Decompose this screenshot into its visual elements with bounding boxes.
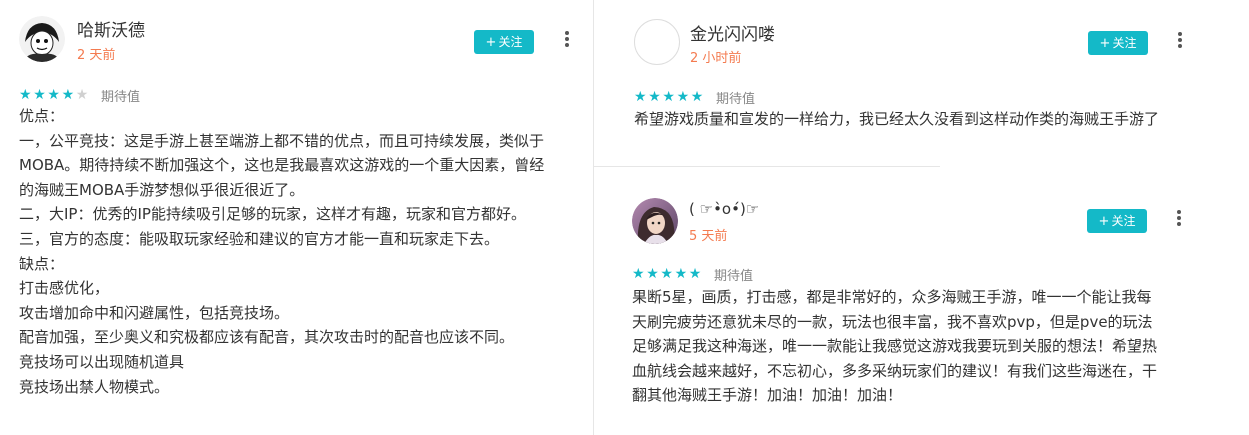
star-icon: ★ — [676, 89, 690, 105]
plus-icon: + — [1099, 36, 1111, 51]
rating-label: 期待值 — [100, 89, 140, 105]
star-icon: ★ — [646, 266, 659, 282]
review-line: 攻击增加命中和闪避属性，包括竞技场。 — [19, 303, 290, 322]
star-rating: ★ ★ ★ ★ ★ 期待值 — [632, 266, 753, 284]
review-line: 竞技场可以出现随机道具 — [19, 352, 185, 371]
review-line: 天刷完疲劳还意犹未尽的一款，玩法也很丰富，我不喜欢pvp，但是pve的玩法 — [632, 312, 1153, 331]
review-text: 优点： 一，公平竞技：这是手游上甚至端游上都不错的优点，而且可持续发展，类似于 … — [19, 104, 544, 399]
star-icon: ★ — [61, 87, 75, 103]
star-rating: ★ ★ ★ ★ ★ 期待值 — [19, 87, 140, 105]
post-time: 2 小时前 — [690, 51, 742, 66]
review-line: 配音加强，至少奥义和究极都应该有配音，其次攻击时的配音也应该不同。 — [19, 328, 515, 347]
star-icon: ★ — [674, 266, 688, 282]
rating-label: 期待值 — [715, 91, 755, 107]
plus-icon: + — [485, 35, 497, 50]
review-line: 的海贼王MOBA手游梦想似乎很近很近了。 — [19, 180, 305, 199]
review-line: 三，官方的态度：能吸取玩家经验和建议的官方才能一直和玩家走下去。 — [19, 229, 500, 248]
user-avatar[interactable] — [634, 19, 680, 65]
review-line: 一，公平竞技：这是手游上甚至端游上都不错的优点，而且可持续发展，类似于 — [19, 131, 545, 150]
star-icon: ★ — [662, 89, 675, 105]
review-line: 打击感优化， — [19, 279, 110, 298]
follow-label: 关注 — [1111, 214, 1136, 228]
user-avatar[interactable] — [632, 198, 678, 244]
star-rating: ★ ★ ★ ★ ★ 期待值 — [634, 89, 755, 107]
review-card: 金光闪闪喽 2 小时前 + 关注 ★ ★ ★ ★ ★ 期待值 希望游戏质量和宣发的一样给力… — [594, 0, 1249, 166]
review-line: 翻其他海贼王手游！加油！加油！加油！ — [632, 386, 903, 405]
star-icon: ★ — [75, 87, 89, 103]
post-time: 5 天前 — [689, 229, 728, 244]
avatar-image — [632, 198, 678, 244]
username[interactable]: 哈斯沃德 — [77, 16, 145, 41]
follow-button[interactable]: + 关注 — [1088, 31, 1148, 55]
user-avatar[interactable] — [19, 16, 65, 62]
more-vertical-icon[interactable] — [1173, 29, 1187, 51]
star-icon: ★ — [33, 87, 46, 103]
review-line: 竞技场出禁人物模式。 — [19, 377, 170, 396]
review-line: 希望游戏质量和宣发的一样给力，我已经太久没看到这样动作类的海贼王手游了 — [634, 110, 1160, 128]
star-icon: ★ — [660, 266, 673, 282]
star-icon: ★ — [690, 89, 704, 105]
star-icon: ★ — [648, 89, 661, 105]
follow-button[interactable]: + 关注 — [1087, 209, 1147, 233]
review-line: MOBA。期待持续不断加强这个，这也是我最喜欢这游戏的一个重大因素，曾经 — [19, 156, 545, 175]
star-icon: ★ — [19, 87, 32, 103]
review-line: 优点： — [19, 107, 65, 125]
avatar-image — [19, 16, 65, 62]
star-icon: ★ — [47, 87, 60, 103]
follow-label: 关注 — [498, 35, 523, 49]
more-vertical-icon[interactable] — [1172, 207, 1186, 229]
review-line: 血航线会越来越好，不忘初心，多多采纳玩家们的建议！有我们这些海迷在，干 — [632, 361, 1158, 380]
more-vertical-icon[interactable] — [560, 28, 574, 50]
star-icon: ★ — [632, 266, 645, 282]
review-line: 足够满足我这种海迷，唯一一款能让我感觉这游戏我要玩到关服的想法！希望热 — [632, 337, 1158, 356]
review-line: 二，大IP：优秀的IP能持续吸引足够的玩家，这样才有趣，玩家和官方都好。 — [19, 205, 526, 224]
username[interactable]: 金光闪闪喽 — [690, 20, 775, 45]
username[interactable]: ( ☞•̀o•́)☞ — [689, 200, 759, 218]
follow-button[interactable]: + 关注 — [474, 30, 534, 54]
review-card: ( ☞•̀o•́)☞ 5 天前 + 关注 ★ ★ ★ ★ ★ 期待值 果断5星，画质，打击… — [594, 167, 1249, 435]
follow-label: 关注 — [1112, 36, 1137, 50]
review-text: 希望游戏质量和宣发的一样给力，我已经太久没看到这样动作类的海贼王手游了 — [634, 107, 1159, 132]
star-icon: ★ — [634, 89, 647, 105]
review-line: 果断5星，画质，打击感，都是非常好的，众多海贼王手游，唯一一个能让我每 — [632, 288, 1152, 306]
plus-icon: + — [1098, 214, 1110, 229]
review-card: 哈斯沃德 2 天前 + 关注 ★ ★ ★ ★ ★ 期待值 优点： 一，公平竞技：这是手游上… — [0, 0, 593, 435]
post-time: 2 天前 — [77, 48, 116, 63]
star-icon: ★ — [688, 266, 702, 282]
review-line: 缺点： — [19, 254, 65, 273]
rating-label: 期待值 — [713, 268, 753, 284]
review-text: 果断5星，画质，打击感，都是非常好的，众多海贼王手游，唯一一个能让我每 天刷完疲… — [632, 285, 1157, 408]
